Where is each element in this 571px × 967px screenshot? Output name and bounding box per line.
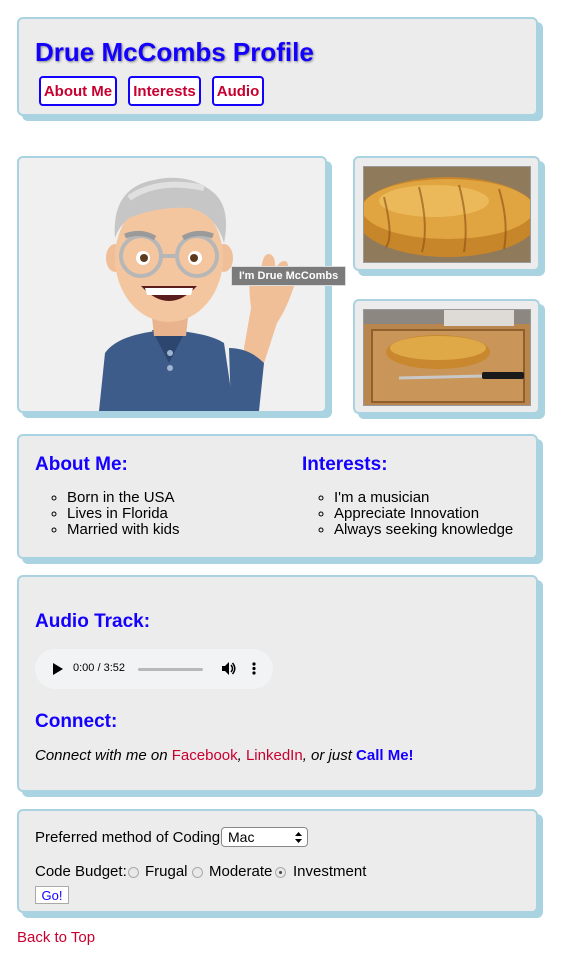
list-item: I'm a musician [334,490,513,506]
more-options-icon[interactable] [252,662,256,675]
audio-player: 0:00 / 3:52 [35,649,273,689]
connect-heading: Connect: [35,711,118,732]
connect-line: Connect with me on Facebook, LinkedIn, o… [35,747,414,764]
list-item: Married with kids [67,522,180,538]
audio-progress-track[interactable] [138,668,203,671]
interests-heading: Interests: [302,454,388,475]
facebook-link[interactable]: Facebook [172,747,238,764]
about-list: Born in the USA Lives in Florida Married… [35,490,180,538]
preferences-card: Preferred method of Coding: Mac Code Bud… [17,809,538,913]
budget-label: Code Budget: [35,863,127,880]
back-to-top-link[interactable]: Back to Top [17,929,95,946]
radio-moderate[interactable] [192,867,203,878]
connect-comma: , [237,747,246,764]
call-me-link[interactable]: Call Me! [356,747,414,764]
list-item: Always seeking knowledge [334,522,513,538]
connect-or-just: , or just [302,747,357,764]
nav-interests-button[interactable]: Interests [128,76,201,106]
coding-select-value: Mac [228,829,255,845]
about-interests-card: About Me: Born in the USA Lives in Flori… [17,434,538,559]
go-button[interactable]: Go! [35,886,69,904]
connect-prefix: Connect with me on [35,747,172,764]
interests-list: I'm a musician Appreciate Innovation Alw… [302,490,513,538]
list-item: Lives in Florida [67,506,180,522]
audio-connect-card: Audio Track: 0:00 / 3:52 Connect: Connec… [17,575,538,792]
radio-moderate-label: Moderate [209,863,273,880]
radio-frugal-label: Frugal [145,863,188,880]
header-card: Drue McCombs Profile About Me Interests … [17,17,538,116]
photo-card-2 [353,299,540,414]
coding-label: Preferred method of Coding: [35,829,225,846]
radio-investment-label: Investment [293,863,367,880]
list-item: Born in the USA [67,490,180,506]
select-arrows-icon [295,832,302,843]
avatar-tooltip: I'm Drue McCombs [231,266,347,286]
linkedin-link[interactable]: LinkedIn [246,747,303,764]
bread-photo-2 [363,309,531,406]
radio-frugal[interactable] [128,867,139,878]
play-icon[interactable] [53,663,63,675]
nav-audio-button[interactable]: Audio [212,76,264,106]
about-heading: About Me: [35,454,128,475]
audio-heading: Audio Track: [35,611,151,632]
coding-select[interactable]: Mac [221,827,308,847]
radio-investment[interactable] [275,867,286,878]
bread-photo-1 [363,166,531,263]
page-title: Drue McCombs Profile [35,37,314,67]
list-item: Appreciate Innovation [334,506,513,522]
photo-card-1 [353,156,540,271]
volume-icon[interactable] [222,662,236,675]
audio-time: 0:00 / 3:52 [73,662,125,674]
nav-about-button[interactable]: About Me [39,76,117,106]
